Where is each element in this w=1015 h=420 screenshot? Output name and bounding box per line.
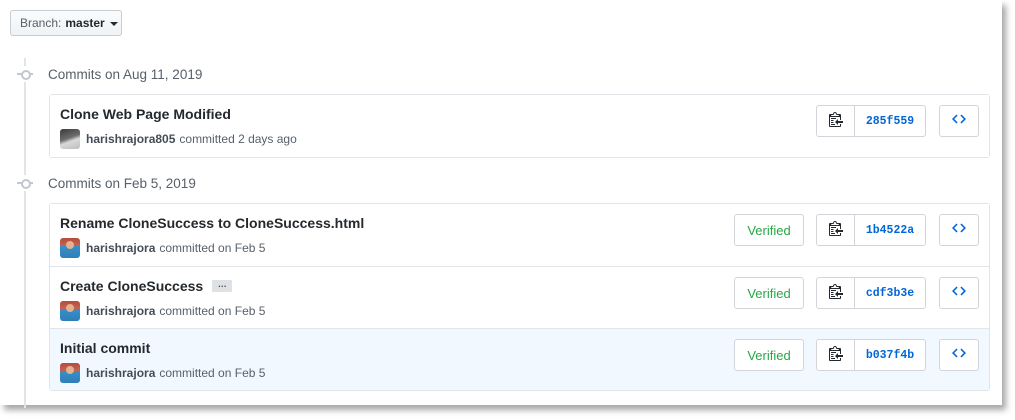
browse-repo-button[interactable]: [939, 105, 979, 137]
code-icon: [952, 112, 966, 130]
commit-list: Clone Web Page Modified harishrajora805 …: [49, 94, 990, 158]
copy-sha-button[interactable]: [817, 278, 855, 308]
clipboard-icon: [828, 220, 843, 241]
browse-repo-button[interactable]: [939, 339, 979, 371]
clipboard-icon: [828, 345, 843, 366]
commit-node-icon: [17, 66, 33, 82]
commit-author[interactable]: harishrajora: [86, 366, 155, 380]
timeline-line: [24, 58, 26, 408]
branch-select-button[interactable]: Branch: master: [10, 10, 122, 36]
clipboard-icon: [828, 111, 843, 132]
commit-meta: harishrajora committed on Feb 5: [60, 301, 265, 321]
sha-button-group: cdf3b3e: [816, 277, 926, 309]
code-icon: [952, 346, 966, 364]
verified-badge[interactable]: Verified: [734, 277, 804, 309]
clipboard-icon: [828, 283, 843, 304]
commits-page: Branch: master Commits on Aug 11, 2019 C…: [0, 0, 1002, 408]
commit-item: Rename CloneSuccess to CloneSuccess.html…: [50, 204, 989, 266]
commit-title-text: Clone Web Page Modified: [60, 106, 231, 122]
commit-meta: harishrajora committed on Feb 5: [60, 238, 265, 258]
branch-value: master: [65, 16, 105, 30]
commit-date-text: Commits on Aug 11, 2019: [48, 66, 203, 82]
commit-item: Clone Web Page Modified harishrajora805 …: [50, 95, 989, 157]
commit-sha-link[interactable]: cdf3b3e: [855, 278, 925, 308]
expand-message-button[interactable]: …: [212, 280, 233, 292]
commit-sha-link[interactable]: 285f559: [855, 106, 925, 136]
commit-meta: harishrajora805 committed 2 days ago: [60, 129, 297, 149]
verified-badge[interactable]: Verified: [734, 339, 804, 371]
commit-time: committed on Feb 5: [159, 304, 266, 318]
commit-node-icon: [17, 175, 33, 191]
sha-button-group: 1b4522a: [816, 214, 926, 246]
commit-list: Rename CloneSuccess to CloneSuccess.html…: [49, 203, 990, 391]
commit-item: Initial commit harishrajora committed on…: [50, 328, 989, 390]
commit-date-header: Commits on Feb 5, 2019: [17, 173, 196, 193]
commit-sha-link[interactable]: b037f4b: [855, 340, 925, 370]
commit-title-link[interactable]: Clone Web Page Modified: [60, 106, 231, 122]
commit-author[interactable]: harishrajora805: [86, 132, 175, 146]
sha-button-group: 285f559: [816, 105, 926, 137]
commit-time: committed on Feb 5: [159, 366, 266, 380]
commit-title-text: Initial commit: [60, 340, 151, 356]
commit-author[interactable]: harishrajora: [86, 304, 155, 318]
avatar[interactable]: [60, 238, 80, 258]
copy-sha-button[interactable]: [817, 340, 855, 370]
commit-author[interactable]: harishrajora: [86, 241, 155, 255]
commit-date-header: Commits on Aug 11, 2019: [17, 64, 202, 84]
commit-title-text: Create CloneSuccess: [60, 278, 204, 294]
verified-badge[interactable]: Verified: [734, 214, 804, 246]
avatar[interactable]: [60, 129, 80, 149]
commit-time: committed 2 days ago: [179, 132, 297, 146]
browse-repo-button[interactable]: [939, 214, 979, 246]
commit-title-link[interactable]: Create CloneSuccess …: [60, 278, 233, 294]
code-icon: [952, 284, 966, 302]
commit-title-text: Rename CloneSuccess to CloneSuccess.html: [60, 215, 365, 231]
commit-title-link[interactable]: Initial commit: [60, 340, 150, 356]
commit-item: Create CloneSuccess … harishrajora commi…: [50, 266, 989, 328]
sha-button-group: b037f4b: [816, 339, 926, 371]
commit-time: committed on Feb 5: [159, 241, 266, 255]
copy-sha-button[interactable]: [817, 215, 855, 245]
avatar[interactable]: [60, 363, 80, 383]
commit-sha-link[interactable]: 1b4522a: [855, 215, 925, 245]
commit-title-link[interactable]: Rename CloneSuccess to CloneSuccess.html: [60, 215, 364, 231]
avatar[interactable]: [60, 301, 80, 321]
commit-meta: harishrajora committed on Feb 5: [60, 363, 265, 383]
browse-repo-button[interactable]: [939, 277, 979, 309]
branch-label: Branch:: [20, 16, 62, 30]
caret-down-icon: [109, 21, 118, 26]
code-icon: [952, 221, 966, 239]
copy-sha-button[interactable]: [817, 106, 855, 136]
commit-date-text: Commits on Feb 5, 2019: [48, 175, 196, 191]
